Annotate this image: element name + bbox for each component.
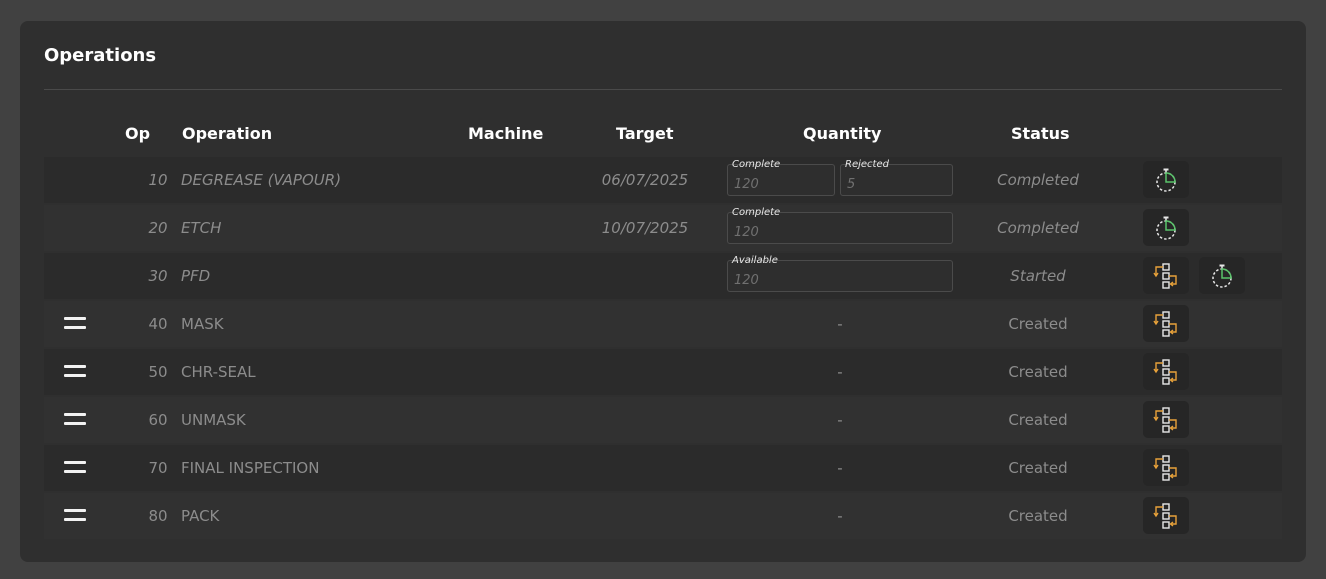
table-row[interactable]: 80 PACK - Created <box>44 493 1282 539</box>
table-row[interactable]: 30 PFD Available 120 Started <box>44 253 1282 299</box>
timer-icon <box>1156 168 1176 192</box>
rejected-quantity-field[interactable]: Rejected 5 <box>840 160 953 196</box>
target-date: 06/07/2025 <box>601 171 689 189</box>
table-row[interactable]: 50 CHR-SEAL - Created <box>44 349 1282 395</box>
workflow-icon <box>1153 262 1177 289</box>
status-text: Started <box>1010 267 1066 285</box>
op-number: 60 <box>148 411 168 429</box>
status-text: Created <box>1008 315 1068 333</box>
workflow-icon <box>1153 358 1177 385</box>
status-text: Created <box>1008 411 1068 429</box>
operation-name: DEGREASE (VAPOUR) <box>181 171 342 189</box>
drag-handle-icon[interactable] <box>64 413 86 425</box>
status-text: Completed <box>997 219 1079 237</box>
workflow-button[interactable] <box>1143 305 1189 342</box>
operation-name: UNMASK <box>181 411 246 429</box>
workflow-button[interactable] <box>1143 257 1189 294</box>
op-number: 10 <box>148 171 168 189</box>
op-number: 80 <box>148 507 168 525</box>
quantity-text: - <box>837 507 843 525</box>
workflow-icon <box>1153 502 1177 529</box>
available-quantity-field[interactable]: Available 120 <box>727 256 953 292</box>
workflow-icon <box>1153 406 1177 433</box>
op-number: 70 <box>148 459 168 477</box>
column-header-target: Target <box>616 124 674 143</box>
complete-quantity-field[interactable]: Complete 120 <box>727 208 953 244</box>
status-text: Completed <box>997 171 1079 189</box>
timer-button[interactable] <box>1199 257 1245 294</box>
op-number: 30 <box>148 267 168 285</box>
complete-quantity-field[interactable]: Complete 120 <box>727 160 835 196</box>
workflow-icon <box>1153 454 1177 481</box>
column-header-status: Status <box>1011 124 1070 143</box>
operation-name: PFD <box>181 267 211 285</box>
quantity-text: - <box>837 459 843 477</box>
complete-label: Complete <box>732 207 781 218</box>
column-header-operation: Operation <box>182 124 273 143</box>
quantity-text: - <box>837 411 843 429</box>
timer-button[interactable] <box>1143 161 1189 198</box>
status-text: Created <box>1008 459 1068 477</box>
rejected-label: Rejected <box>845 159 889 170</box>
table-row[interactable]: 60 UNMASK - Created <box>44 397 1282 443</box>
column-header-quantity: Quantity <box>803 124 882 143</box>
drag-handle-icon[interactable] <box>64 461 86 473</box>
workflow-icon <box>1153 310 1177 337</box>
workflow-button[interactable] <box>1143 353 1189 390</box>
divider <box>44 89 1282 90</box>
rejected-value: 5 <box>847 177 856 192</box>
operation-name: CHR-SEAL <box>181 363 256 381</box>
operation-name: MASK <box>181 315 224 333</box>
drag-handle-icon[interactable] <box>64 509 86 521</box>
available-label: Available <box>732 255 778 266</box>
workflow-button[interactable] <box>1143 401 1189 438</box>
status-text: Created <box>1008 507 1068 525</box>
target-date: 10/07/2025 <box>601 219 689 237</box>
column-header-op: Op <box>125 124 151 143</box>
operation-name: PACK <box>181 507 220 525</box>
op-number: 40 <box>148 315 168 333</box>
complete-label: Complete <box>732 159 781 170</box>
workflow-button[interactable] <box>1143 497 1189 534</box>
op-number: 20 <box>148 219 168 237</box>
drag-handle-icon[interactable] <box>64 317 86 329</box>
table-row[interactable]: 10 DEGREASE (VAPOUR) 06/07/2025 Complete… <box>44 157 1282 203</box>
table-row[interactable]: 20 ETCH 10/07/2025 Complete 120 Complete… <box>44 205 1282 251</box>
complete-value: 120 <box>734 177 759 192</box>
complete-value: 120 <box>734 225 759 240</box>
drag-handle-icon[interactable] <box>64 365 86 377</box>
timer-button[interactable] <box>1143 209 1189 246</box>
quantity-text: - <box>837 315 843 333</box>
operations-card: Operations Op Operation Machine Target Q… <box>20 21 1306 562</box>
status-text: Created <box>1008 363 1068 381</box>
table-row[interactable]: 40 MASK - Created <box>44 301 1282 347</box>
operation-name: ETCH <box>181 219 222 237</box>
timer-icon <box>1212 264 1232 288</box>
quantity-text: - <box>837 363 843 381</box>
timer-icon <box>1156 216 1176 240</box>
table-row[interactable]: 70 FINAL INSPECTION - Created <box>44 445 1282 491</box>
column-header-machine: Machine <box>468 124 544 143</box>
op-number: 50 <box>148 363 168 381</box>
operation-name: FINAL INSPECTION <box>181 459 320 477</box>
card-title: Operations <box>44 45 157 66</box>
workflow-button[interactable] <box>1143 449 1189 486</box>
available-value: 120 <box>734 273 759 288</box>
